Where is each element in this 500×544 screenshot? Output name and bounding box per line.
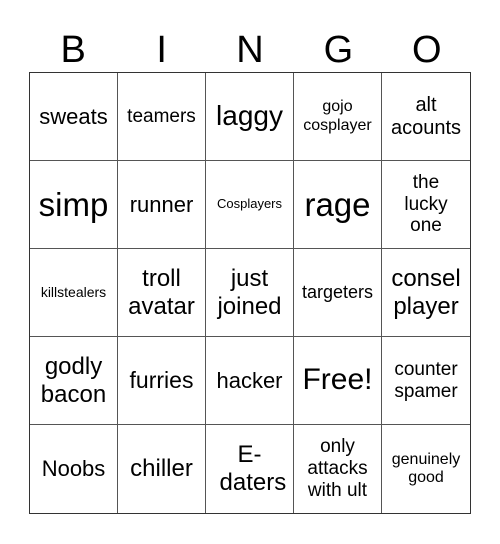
header-letter-i: I [156,29,167,71]
bingo-cell[interactable]: consel player [382,249,470,337]
cell-text: killstealers [40,284,107,301]
cell-text: troll avatar [128,264,195,320]
cell-text: godly bacon [40,352,107,408]
cell-text: Noobs [41,456,106,482]
cell-text: consel player [391,264,461,320]
cell-text: laggy [216,100,283,132]
cell-text: targeters [301,282,374,303]
header-letter-g: G [323,29,354,71]
cell-text: furries [129,367,194,394]
bingo-cell[interactable]: targeters [294,249,382,337]
bingo-cell[interactable]: sweats [30,73,118,161]
bingo-cell[interactable]: Noobs [30,425,118,513]
bingo-cell[interactable]: counter spamer [382,337,470,425]
bingo-cell[interactable]: just joined [206,249,294,337]
bingo-cell[interactable]: troll avatar [118,249,206,337]
cell-text: only attacks with ult [307,436,368,501]
bingo-header: B I N G O [29,28,471,72]
bingo-cell[interactable]: genuinely good [382,425,470,513]
header-letter-o: O [412,29,442,71]
cell-text: alt acounts [390,93,462,139]
cell-text: sweats [39,103,108,129]
cell-text: genuinely good [391,450,461,486]
cell-text: simp [38,185,109,223]
bingo-cell[interactable]: chiller [118,425,206,513]
bingo-cell[interactable]: runner [118,161,206,249]
bingo-cell[interactable]: alt acounts [382,73,470,161]
bingo-cell[interactable]: the lucky one [382,161,470,249]
cell-text: chiller [130,455,193,483]
header-letter-n: N [236,29,264,71]
cell-text: gojo cosplayer [303,98,372,134]
cell-text: runner [129,191,194,217]
cell-text: Cosplayers [216,196,283,212]
cell-text: just joined [217,264,282,320]
cell-text: teamers [127,105,196,127]
cell-text: counter spamer [394,358,458,402]
cell-text: the lucky one [404,171,448,237]
bingo-cell[interactable]: killstealers [30,249,118,337]
bingo-cell[interactable]: teamers [118,73,206,161]
bingo-cell[interactable]: only attacks with ult [294,425,382,513]
bingo-cell[interactable]: rage [294,161,382,249]
bingo-cell[interactable]: hacker [206,337,294,425]
bingo-cell free-space[interactable]: Free! [294,337,382,425]
bingo-cell[interactable]: Cosplayers [206,161,294,249]
bingo-cell[interactable]: gojo cosplayer [294,73,382,161]
cell-text: E-daters [219,441,287,496]
bingo-cell[interactable]: godly bacon [30,337,118,425]
cell-text: rage [304,185,371,223]
header-letter-b: B [60,29,86,71]
cell-text: hacker [216,367,283,393]
bingo-grid: sweats teamers laggy gojo cosplayer alt … [29,72,471,514]
bingo-cell[interactable]: simp [30,161,118,249]
bingo-cell[interactable]: laggy [206,73,294,161]
bingo-cell[interactable]: E-daters [206,425,294,513]
bingo-cell[interactable]: furries [118,337,206,425]
cell-text: Free! [302,363,373,397]
